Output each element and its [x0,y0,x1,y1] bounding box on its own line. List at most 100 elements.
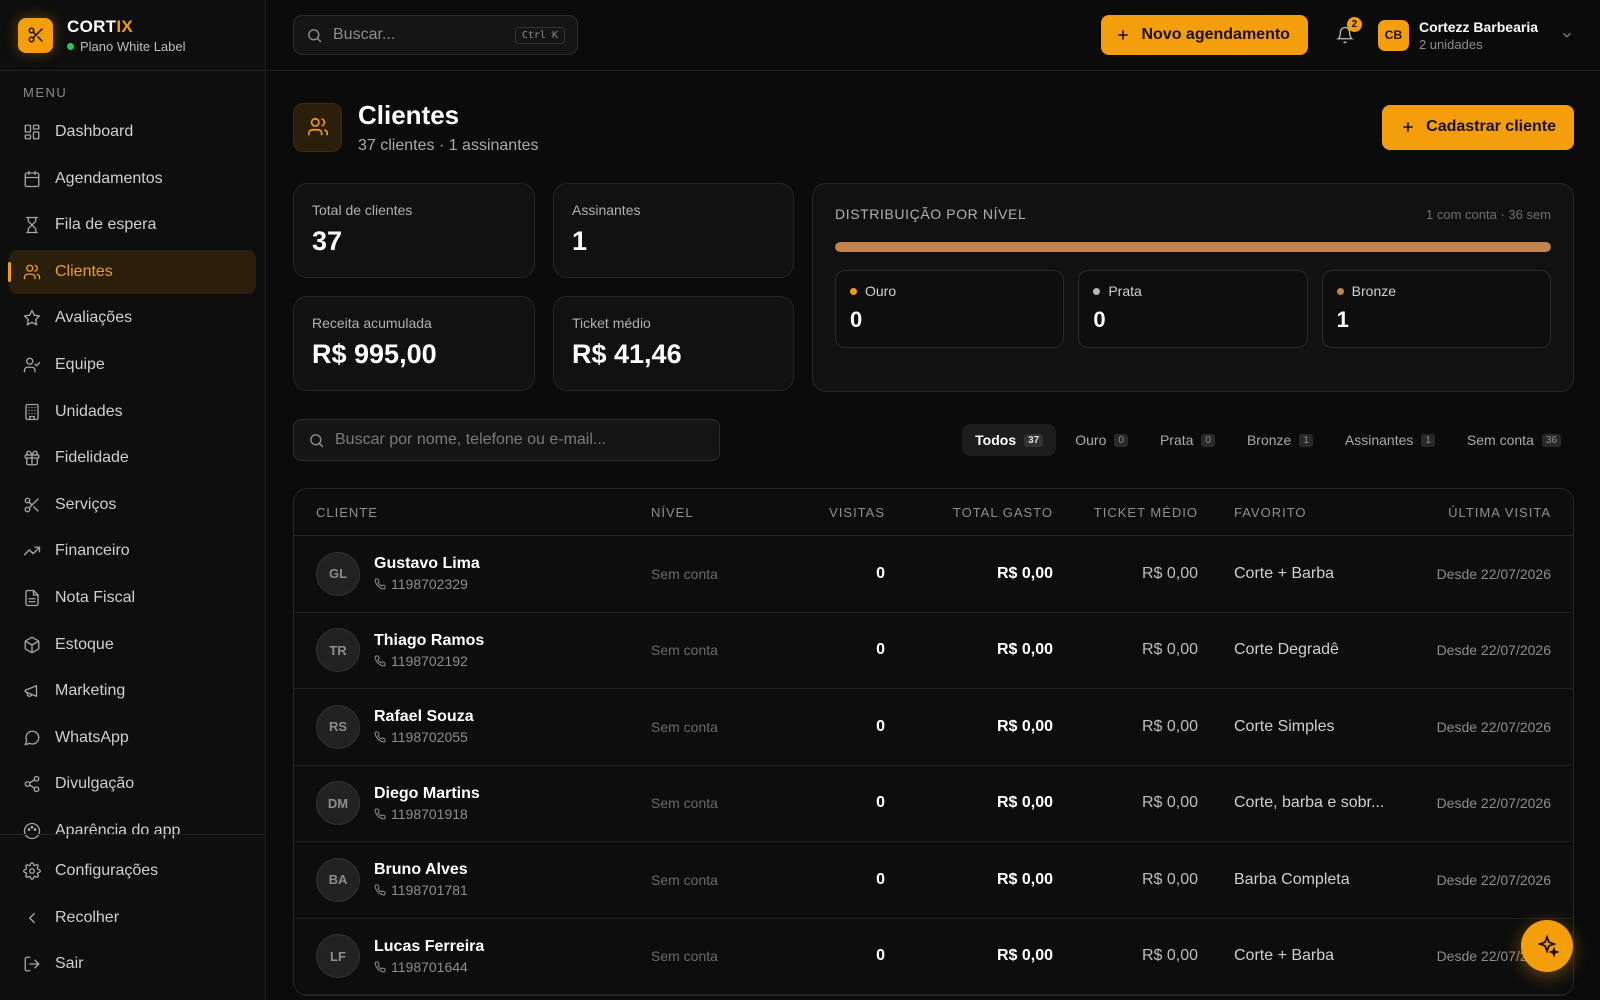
column-header-ticket-medio[interactable]: TICKET MÉDIO [1053,505,1198,520]
column-header-visitas[interactable]: VISITAS [796,505,909,520]
avatar: TR [316,628,360,673]
sidebar-item-dashboard[interactable]: Dashboard [9,110,256,154]
column-header-nivel[interactable]: NÍVEL [651,505,796,520]
sidebar-item-label: Fila de espera [55,216,157,234]
client-name[interactable]: Thiago Ramos [374,632,484,650]
scissors-logo-icon[interactable] [18,17,53,53]
client-name[interactable]: Diego Martins [374,785,480,803]
ticket-cell: R$ 0,00 [1141,717,1198,735]
client-info: Gustavo Lima 1198702329 [374,555,480,592]
client-name[interactable]: Rafael Souza [374,708,474,726]
sidebar-item-fidelidade[interactable]: Fidelidade [9,436,256,480]
total-spent-cell: R$ 0,00 [996,870,1053,888]
star-icon [23,310,41,326]
filter-label: Bronze [1246,432,1292,448]
client-name[interactable]: Bruno Alves [374,861,468,879]
filter-tab-assinantes[interactable]: Assinantes 1 [1332,424,1448,456]
client-name[interactable]: Gustavo Lima [374,555,480,573]
add-client-button[interactable]: Cadastrar cliente [1382,104,1574,150]
filter-tab-ouro[interactable]: Ouro 0 [1062,424,1141,456]
column-header-favorito[interactable]: FAVORITO [1198,505,1434,520]
sidebar-item-avaliacoes[interactable]: Avaliações [9,296,256,340]
filter-label: Todos [975,432,1017,448]
column-header-total-gasto[interactable]: TOTAL GASTO [909,505,1053,520]
visits-cell: 0 [876,947,885,965]
new-appointment-label: Novo agendamento [1141,26,1290,43]
filter-label: Assinantes [1344,432,1414,448]
client-search-input[interactable]: Buscar por nome, telefone ou e-mail... [293,419,720,461]
brand-name-main: CORT [67,16,117,36]
sidebar-item-equipe[interactable]: Equipe [9,343,256,387]
ticket-cell: R$ 0,00 [1141,947,1198,965]
account-switcher[interactable]: CB Cortezz Barbearia 2 unidades [1377,18,1574,52]
favorite-cell: Corte Degradê [1234,641,1339,659]
sidebar-item-estoque[interactable]: Estoque [9,623,256,667]
gear-icon [23,862,41,880]
table-row[interactable]: RS Rafael Souza 1198702055 Sem conta 0 R$ 0,0… [294,689,1573,766]
table-row[interactable]: TR Thiago Ramos 1198702192 Sem conta 0 R$ 0,0… [294,613,1573,689]
notifications-button[interactable]: 2 [1330,17,1362,50]
sidebar-item-nota-fiscal[interactable]: Nota Fiscal [9,576,256,620]
filter-label: Ouro [1075,432,1107,448]
filters-row: Buscar por nome, telefone ou e-mail... T… [293,419,1574,461]
trending-up-icon [23,546,41,556]
header-actions: Novo agendamento 2 CB Cortezz Barbearia … [1101,15,1574,55]
sidebar-item-label: Marketing [55,682,126,700]
phone-icon [374,731,386,743]
table-row[interactable]: BA Bruno Alves 1198701781 Sem conta 0 R$ 0,00… [294,842,1573,919]
tier-count: 0 [850,307,863,332]
filter-count-badge: 37 [1024,433,1044,447]
sidebar-item-divulgacao[interactable]: Divulgação [9,762,256,806]
visits-cell: 0 [876,794,885,812]
tier-name: Ouro [850,283,1049,299]
filter-tab-prata[interactable]: Prata 0 [1147,424,1228,456]
sidebar-item-whatsapp[interactable]: WhatsApp [9,716,256,760]
plan-label: Plano White Label [80,38,186,54]
total-spent-cell: R$ 0,00 [996,717,1053,735]
stat-value: 1 [572,226,588,256]
sidebar-item-agendamentos[interactable]: Agendamentos [9,157,256,201]
sidebar-item-financeiro[interactable]: Financeiro [9,529,256,573]
account-name: Cortezz Barbearia [1418,18,1538,35]
new-appointment-button[interactable]: Novo agendamento [1101,15,1308,55]
last-visit-cell: Desde 22/07/2026 [1436,718,1551,735]
column-header-cliente[interactable]: CLIENTE [316,505,651,520]
distribution-bar [835,242,1551,252]
sidebar-item-servicos[interactable]: Serviços [9,483,256,527]
sidebar-item-clientes[interactable]: Clientes [8,249,256,294]
global-search[interactable]: Buscar... Ctrl K [293,15,578,55]
table-body: GL Gustavo Lima 1198702329 Sem conta 0 R$ 0,0… [294,536,1573,995]
visits-cell: 0 [876,641,885,659]
column-header-ultima-visita[interactable]: ÚLTIMA VISITA [1434,505,1551,520]
sidebar-item-unidades[interactable]: Unidades [9,390,256,434]
client-phone: 1198702329 [374,576,480,592]
sidebar-item-marketing[interactable]: Marketing [9,669,256,713]
table-row[interactable]: DM Diego Martins 1198701918 Sem conta 0 R$ 0,… [294,766,1573,842]
table-row[interactable]: LF Lucas Ferreira 1198701644 Sem conta 0 R$ 0… [294,919,1573,995]
sidebar-item-recolher[interactable]: Recolher [9,896,256,940]
client-cell: TR Thiago Ramos 1198702192 [316,628,651,673]
sidebar-item-fila-de-espera[interactable]: Fila de espera [9,203,256,247]
filter-label: Prata [1159,432,1194,448]
filter-tab-sem-conta[interactable]: Sem conta 36 [1454,424,1574,456]
tier-card-prata: Prata 0 [1078,270,1308,348]
sidebar-item-label: Equipe [55,355,105,373]
sidebar-item-configuracoes[interactable]: Configurações [9,849,256,893]
phone-icon [374,655,386,667]
last-visit-cell: Desde 22/07/2026 [1436,565,1551,582]
sidebar-item-label: Recolher [55,908,120,926]
client-name[interactable]: Lucas Ferreira [374,938,484,956]
client-phone-number: 1198702329 [391,576,468,593]
page-title: Clientes [358,99,460,130]
filter-tab-todos[interactable]: Todos 37 [962,424,1057,456]
level-cell: Sem conta [651,718,718,735]
table-row[interactable]: GL Gustavo Lima 1198702329 Sem conta 0 R$ 0,0… [294,536,1573,613]
tier-label: Prata [1108,283,1142,299]
level-distribution-card: DISTRIBUIÇÃO POR NÍVEL 1 com conta · 36 … [812,183,1574,392]
calendar-icon [24,170,40,187]
filter-tab-bronze[interactable]: Bronze 1 [1234,424,1326,456]
filter-count-badge: 1 [1299,433,1313,447]
assistant-fab-button[interactable] [1521,920,1573,972]
sidebar-item-label: Estoque [55,635,114,653]
sidebar-item-sair[interactable]: Sair [9,942,256,986]
